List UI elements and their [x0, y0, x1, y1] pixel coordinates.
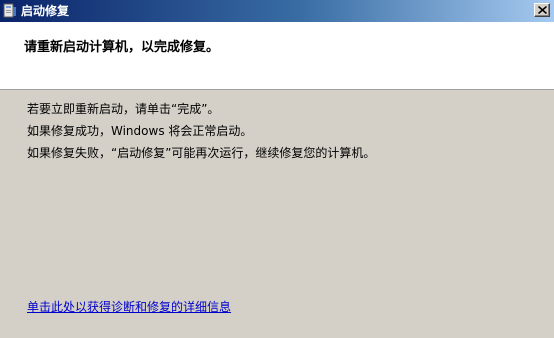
startup-repair-window: 启动修复 请重新启动计算机，以完成修复。 若要立即重新启动，请单击“完成”。 如… [0, 0, 554, 338]
header-panel: 请重新启动计算机，以完成修复。 [0, 22, 554, 90]
message-line-failure: 如果修复失败，“启动修复”可能再次运行，继续修复您的计算机。 [27, 146, 376, 160]
message-body: 若要立即重新启动，请单击“完成”。 如果修复成功，Windows 将会正常启动。… [27, 98, 375, 164]
details-link[interactable]: 单击此处以获得诊断和修复的详细信息 [27, 298, 231, 315]
message-line-restart: 若要立即重新启动，请单击“完成”。 [27, 102, 220, 116]
window-title: 启动修复 [21, 4, 70, 18]
close-icon [538, 6, 547, 14]
message-line-success: 如果修复成功，Windows 将会正常启动。 [27, 124, 253, 138]
page-title: 请重新启动计算机，以完成修复。 [24, 40, 220, 55]
close-button[interactable] [534, 3, 550, 17]
startup-repair-icon [3, 3, 17, 18]
title-bar[interactable]: 启动修复 [0, 0, 554, 22]
